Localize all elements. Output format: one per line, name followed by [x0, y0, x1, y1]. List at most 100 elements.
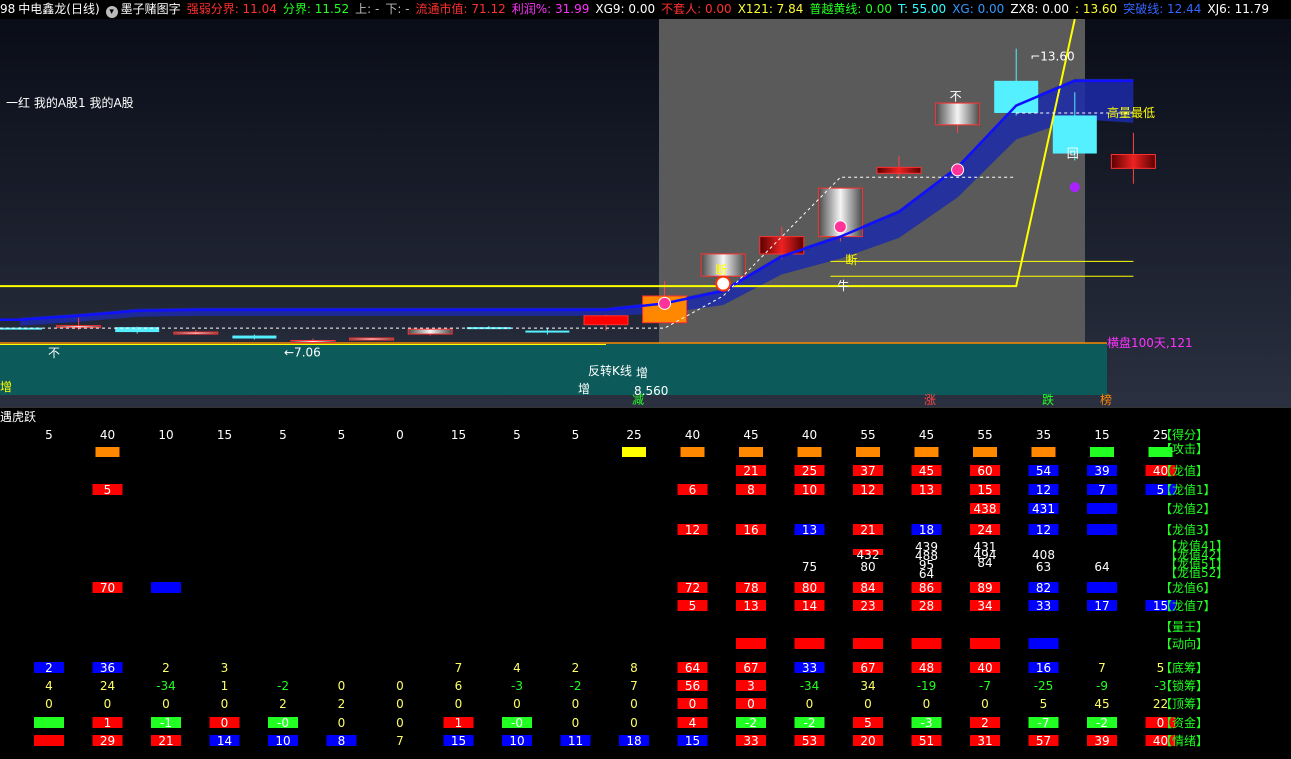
cell-value: 18 — [626, 734, 641, 748]
cell-value: -19 — [917, 679, 937, 693]
cell-value: -1 — [160, 716, 172, 730]
cell-value: 2 — [162, 661, 170, 675]
indicator-4: 流通市值: 71.12 — [415, 2, 506, 16]
high-price-label: ⌐13.60 — [1030, 50, 1074, 64]
marker-bang: 榜 — [1100, 392, 1112, 407]
indicator-8: X121: 7.84 — [737, 2, 804, 16]
indicator-9: 普越黄线: 0.00 — [809, 2, 892, 16]
cell-value: 5 — [864, 716, 872, 730]
marker-zhang: 涨 — [924, 392, 936, 407]
stock-name[interactable]: 中电鑫龙 — [18, 2, 66, 16]
cell-value: 0 — [630, 716, 638, 730]
candlestick-chart[interactable]: 一红 我的A股1 我的A股⌐13.60←7.068.560高量最低横盘100天,… — [0, 19, 1291, 407]
cell-value: -0 — [277, 716, 289, 730]
cell-value: 45 — [919, 428, 934, 442]
high-low-label: 高量最低 — [1107, 105, 1155, 120]
cell-value: 7 — [630, 679, 638, 693]
cell-value: 1 — [455, 716, 463, 730]
candle-body — [173, 331, 219, 335]
cell-value: 45 — [1094, 697, 1109, 711]
dragon-indicator-panel: 遇虎跃5 40 10 15 5 5 0 15 5 5 25 40 45 40 55 45 55 35 15 25【得分… — [0, 407, 1291, 748]
cell-value: 0 — [747, 697, 755, 711]
cell-value: -2 — [745, 716, 757, 730]
cell-value: 12 — [1036, 523, 1051, 537]
cell-value: 0 — [923, 697, 931, 711]
cell-value: 5 — [45, 428, 53, 442]
indicator-12: ZX8: 0.00 — [1010, 2, 1069, 16]
value-block — [1028, 638, 1059, 649]
cell-value: -2 — [804, 716, 816, 730]
cell-value: 40 — [802, 428, 817, 442]
cell-value: 3 — [221, 661, 229, 675]
value-block — [794, 638, 825, 649]
cell-value: 24 — [100, 679, 115, 693]
row-label: 【龙值2】 — [1160, 501, 1216, 516]
candle-body — [1110, 154, 1156, 169]
cell-value: 0 — [45, 697, 53, 711]
cluster-value: 84 — [977, 556, 992, 570]
cell-value: -2 — [277, 679, 289, 693]
cell-value: 0 — [513, 697, 521, 711]
attack-block — [797, 447, 822, 457]
cell-value: 15 — [217, 428, 232, 442]
marker-zeng-1: 增 — [578, 382, 590, 396]
cell-value: 31 — [977, 734, 992, 748]
marker-niu: 牛 — [837, 278, 849, 293]
cell-value: 21 — [158, 734, 173, 748]
cell-value: 5 — [689, 599, 697, 613]
cluster-value: 75 — [802, 560, 817, 574]
row-label: 【龙值】 — [1160, 463, 1208, 478]
cell-value: 24 — [977, 523, 992, 537]
cell-value: 72 — [685, 581, 700, 595]
cluster-value: 64 — [919, 567, 934, 581]
cell-value: -34 — [800, 679, 820, 693]
candle-body — [56, 325, 102, 329]
cell-value: 23 — [860, 599, 875, 613]
cell-value: 0 — [104, 697, 112, 711]
signal-dot-0 — [658, 296, 672, 310]
low-price-label: ←7.06 — [284, 345, 321, 359]
value-block — [34, 717, 64, 728]
cell-value: 84 — [860, 581, 875, 595]
cell-value: 15 — [685, 734, 700, 748]
candle-body — [407, 328, 453, 335]
cell-value: 0 — [396, 428, 404, 442]
cell-value: 33 — [743, 734, 758, 748]
value-block — [1087, 503, 1117, 514]
cell-value: 25 — [626, 428, 641, 442]
cell-value: 8 — [747, 483, 755, 497]
formula-name[interactable]: 墨子赌图字 — [121, 2, 181, 16]
row-label: 【动向】 — [1160, 636, 1208, 651]
indicator-15: XJ6: 11.79 — [1207, 2, 1270, 16]
cell-value: 1 — [221, 679, 229, 693]
cell-value: -2 — [1096, 716, 1108, 730]
cell-value: 0 — [981, 697, 989, 711]
indicator-14: 突破线: 12.44 — [1123, 2, 1202, 16]
cell-value: 40 — [100, 428, 115, 442]
cell-value: 82 — [1036, 581, 1051, 595]
top-indicator-bar: 98 中电鑫龙(日线) ▾ 墨子赌图字 强弱分界: 11.04 分界: 11.52 上: -… — [0, 0, 1291, 19]
cell-value: 10 — [802, 483, 817, 497]
cell-value: 45 — [919, 464, 934, 478]
row-label: 【龙值7】 — [1160, 598, 1216, 613]
cell-value: 3 — [747, 679, 755, 693]
cell-value: 11 — [568, 734, 583, 748]
left-label: 一红 我的A股1 我的A股 — [6, 95, 134, 110]
circle-chevron-down-icon[interactable]: ▾ — [105, 6, 118, 18]
attack-block — [680, 447, 705, 457]
cell-value: 10 — [275, 734, 290, 748]
indicator-11: XG: 0.00 — [952, 2, 1005, 16]
cell-value: 80 — [802, 581, 817, 595]
cell-value: 17 — [1094, 599, 1109, 613]
row-label: 【龙值6】 — [1160, 580, 1216, 595]
sub-title: 遇虎跃 — [0, 410, 36, 424]
cell-value: -9 — [1096, 679, 1108, 693]
row-label: 【龙值1】 — [1160, 482, 1216, 497]
row-label: 【底筹】 — [1160, 660, 1208, 675]
cell-value: 21 — [743, 464, 758, 478]
marker-duan-1: 断 — [715, 262, 727, 277]
cell-value: 4 — [513, 661, 521, 675]
cell-value: 40 — [685, 428, 700, 442]
cell-value: 7 — [1098, 661, 1106, 675]
cell-value: 39 — [1094, 734, 1109, 748]
